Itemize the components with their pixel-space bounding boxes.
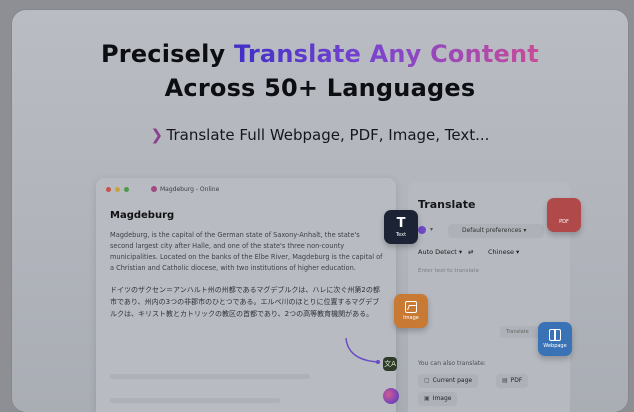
document-window: Magdeburg - Online Magdeburg Magdeburg, …: [96, 178, 396, 412]
target-language-select[interactable]: Chinese ▾: [488, 248, 519, 256]
chip-image[interactable]: ▣ Image: [418, 392, 458, 406]
window-minimize-dot[interactable]: [115, 186, 120, 192]
image-icon: [405, 301, 417, 313]
browser-tab-title: Magdeburg - Online: [160, 185, 220, 193]
preferences-value: Default preferences: [462, 227, 522, 234]
window-close-dot[interactable]: [106, 186, 111, 192]
placeholder-line: [110, 374, 310, 379]
image-feature-button[interactable]: Image: [394, 294, 428, 328]
subheadline-text: Translate Full Webpage, PDF, Image, Text…: [166, 126, 490, 144]
target-language-value: Chinese: [488, 248, 514, 256]
placeholder-line: [110, 398, 280, 403]
browser-tab[interactable]: Magdeburg - Online: [151, 186, 219, 193]
translate-button[interactable]: Translate: [500, 326, 542, 338]
webpage-feature-button[interactable]: Webpage: [538, 322, 572, 356]
webpage-icon: [549, 329, 561, 341]
translate-icon[interactable]: 文A: [383, 357, 397, 371]
translate-panel: Translate ▾ Default preferences ▾ Auto D…: [408, 182, 570, 412]
pdf-icon: ▤: [502, 377, 508, 384]
chip-pdf-label: PDF: [510, 377, 523, 384]
chip-image-label: Image: [432, 395, 452, 402]
chip-pdf[interactable]: ▤ PDF: [496, 374, 529, 388]
also-translate-label: You can also translate:: [418, 360, 486, 367]
headline-plain: Precisely: [101, 40, 234, 68]
translate-text-input[interactable]: Enter text to translate: [418, 268, 550, 302]
document-paragraph-english: Magdeburg, is the capital of the German …: [110, 231, 383, 272]
window-maximize-dot[interactable]: [124, 186, 129, 192]
webpage-feature-label: Webpage: [543, 343, 567, 349]
window-titlebar: Magdeburg - Online: [96, 178, 396, 200]
chevron-right-icon: ❯: [150, 126, 164, 144]
source-language-select[interactable]: Auto Detect ▾: [418, 248, 462, 256]
headline-line-1: Precisely Translate Any Content: [12, 40, 628, 68]
headline-highlight: Translate Any Content: [233, 40, 539, 68]
document-paragraph-japanese: ドイツのザクセン＝アンハルト州の州都であるマグデブルクは、ハレに次ぐ州第2の都市…: [110, 286, 380, 318]
panel-title: Translate: [418, 198, 476, 211]
favicon-icon: [151, 186, 157, 192]
subheadline: ❯ Translate Full Webpage, PDF, Image, Tex…: [12, 126, 628, 144]
hero-card: Precisely Translate Any Content Across 5…: [12, 10, 628, 412]
chip-current-page-label: Current page: [432, 377, 473, 384]
pdf-feature-label: PDF: [559, 219, 569, 225]
page-icon: ▢: [424, 377, 430, 384]
text-feature-label: Text: [395, 231, 407, 238]
ai-brain-icon[interactable]: [383, 388, 399, 404]
chip-current-page[interactable]: ▢ Current page: [418, 374, 479, 388]
headline-line-2: Across 50+ Languages: [164, 74, 476, 102]
document-heading: Magdeburg: [110, 210, 175, 221]
pdf-feature-button[interactable]: PDF: [547, 198, 581, 232]
text-feature-button[interactable]: T Text: [384, 210, 418, 244]
model-logo-icon[interactable]: [418, 226, 426, 234]
source-language-value: Auto Detect: [418, 248, 457, 256]
preferences-select[interactable]: Default preferences ▾: [448, 224, 544, 238]
text-icon: T: [396, 215, 406, 231]
connector-arrow-icon: [345, 337, 380, 364]
image-feature-label: Image: [403, 315, 419, 321]
chevron-down-icon[interactable]: ▾: [430, 226, 433, 233]
image-icon: ▣: [424, 395, 430, 402]
swap-languages-icon[interactable]: ⇄: [468, 248, 473, 256]
